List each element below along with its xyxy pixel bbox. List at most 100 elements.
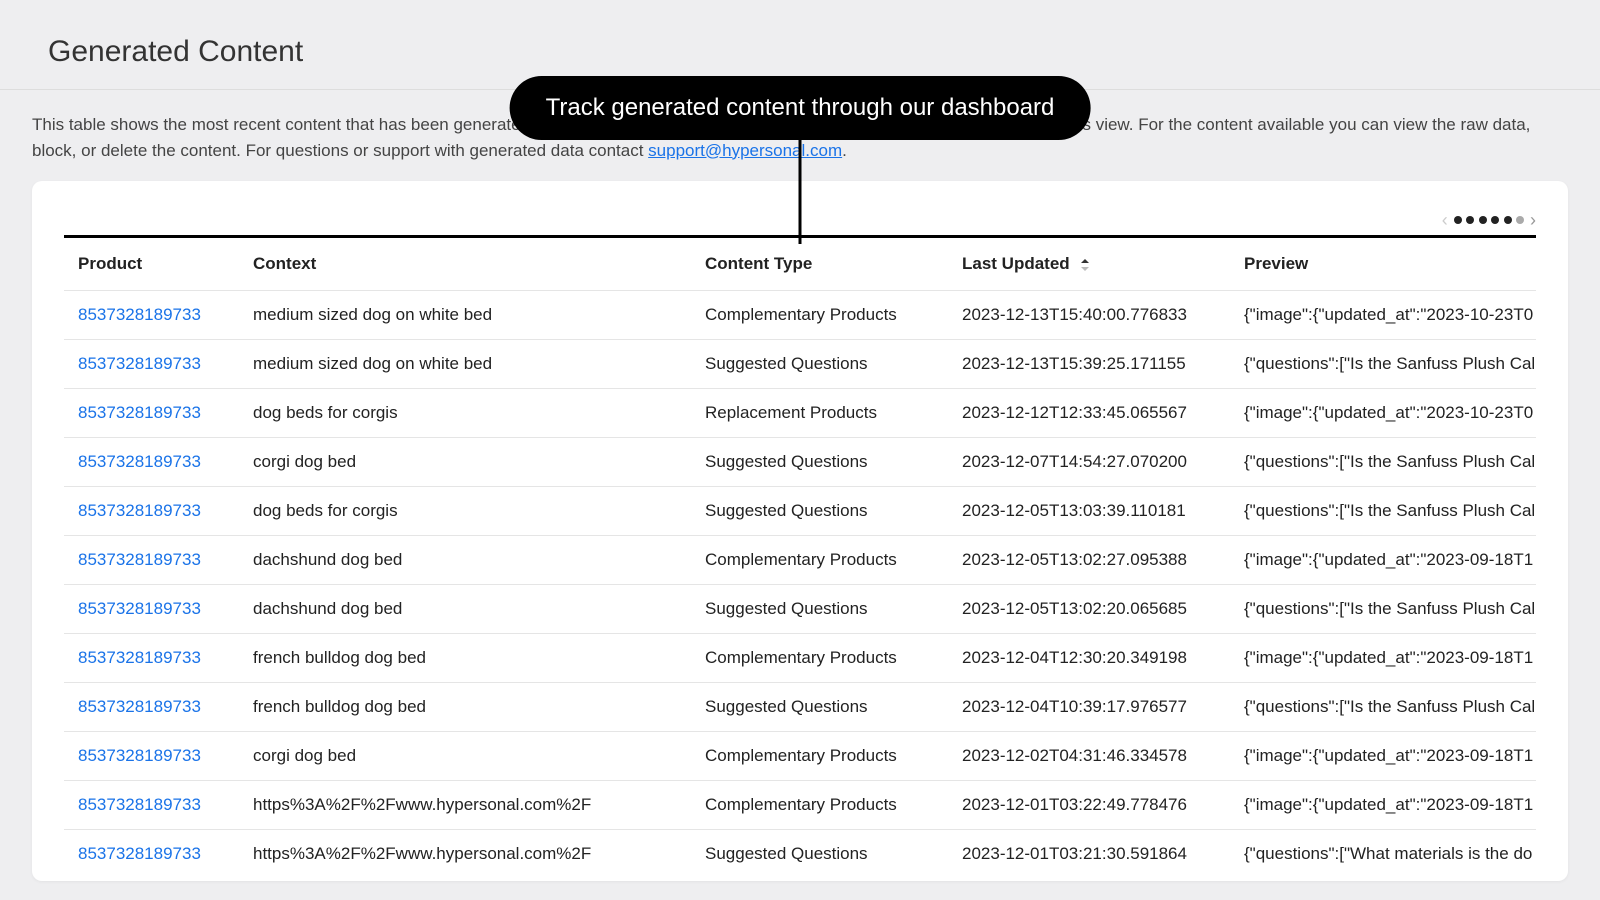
cell-content-type: Suggested Questions <box>691 683 948 732</box>
product-link[interactable]: 8537328189733 <box>78 795 201 814</box>
cell-context: https%3A%2F%2Fwww.hypersonal.com%2F <box>239 781 691 830</box>
cell-last-updated: 2023-12-04T10:39:17.976577 <box>948 683 1230 732</box>
page-dot[interactable] <box>1466 216 1474 224</box>
cell-preview: {"image":{"updated_at":"2023-09-18T1 <box>1230 634 1536 683</box>
cell-product: 8537328189733 <box>64 389 239 438</box>
table-row: 8537328189733 french bulldog dog bedSugge… <box>64 683 1536 732</box>
page-dot[interactable] <box>1504 216 1512 224</box>
cell-preview: {"image":{"updated_at":"2023-09-18T1 <box>1230 781 1536 830</box>
product-link[interactable]: 8537328189733 <box>78 305 201 324</box>
cell-context: french bulldog dog bed <box>239 683 691 732</box>
cell-content-type: Suggested Questions <box>691 340 948 389</box>
cell-last-updated: 2023-12-01T03:21:30.591864 <box>948 830 1230 879</box>
cell-product: 8537328189733 <box>64 438 239 487</box>
cell-preview: {"image":{"updated_at":"2023-10-23T0 <box>1230 389 1536 438</box>
cell-content-type: Complementary Products <box>691 291 948 340</box>
table-row: 8537328189733 dachshund dog bedSuggested … <box>64 585 1536 634</box>
cell-product: 8537328189733 <box>64 536 239 585</box>
table-row: 8537328189733 dog beds for corgisSuggeste… <box>64 487 1536 536</box>
product-link[interactable]: 8537328189733 <box>78 354 201 373</box>
cell-context: dog beds for corgis <box>239 389 691 438</box>
page-next-icon[interactable]: › <box>1530 211 1536 229</box>
cell-content-type: Replacement Products <box>691 389 948 438</box>
cell-content-type: Suggested Questions <box>691 830 948 879</box>
cell-product: 8537328189733 <box>64 683 239 732</box>
cell-content-type: Suggested Questions <box>691 585 948 634</box>
column-header-content-type[interactable]: Content Type <box>691 237 948 291</box>
sort-ascending-icon[interactable] <box>1080 257 1090 271</box>
cell-product: 8537328189733 <box>64 487 239 536</box>
cell-last-updated: 2023-12-12T12:33:45.065567 <box>948 389 1230 438</box>
cell-product: 8537328189733 <box>64 634 239 683</box>
cell-context: dachshund dog bed <box>239 536 691 585</box>
table-row: 8537328189733 https%3A%2F%2Fwww.hypersona… <box>64 830 1536 879</box>
cell-preview: {"questions":["Is the Sanfuss Plush Calr <box>1230 585 1536 634</box>
product-link[interactable]: 8537328189733 <box>78 697 201 716</box>
pagination: ‹ › <box>1442 211 1536 229</box>
callout-line <box>799 134 802 244</box>
page-dot[interactable] <box>1454 216 1462 224</box>
callout-bubble: Track generated content through our dash… <box>510 76 1091 140</box>
cell-last-updated: 2023-12-05T13:02:20.065685 <box>948 585 1230 634</box>
page-prev-icon[interactable]: ‹ <box>1442 211 1448 229</box>
product-link[interactable]: 8537328189733 <box>78 844 201 863</box>
support-email-link[interactable]: support@hypersonal.com <box>648 141 842 160</box>
product-link[interactable]: 8537328189733 <box>78 648 201 667</box>
cell-last-updated: 2023-12-02T04:31:46.334578 <box>948 732 1230 781</box>
product-link[interactable]: 8537328189733 <box>78 452 201 471</box>
table-row: 8537328189733 dachshund dog bedComplement… <box>64 536 1536 585</box>
cell-preview: {"questions":["Is the Sanfuss Plush Calr <box>1230 683 1536 732</box>
cell-preview: {"questions":["Is the Sanfuss Plush Calr <box>1230 438 1536 487</box>
table-row: 8537328189733 medium sized dog on white b… <box>64 340 1536 389</box>
cell-product: 8537328189733 <box>64 781 239 830</box>
cell-content-type: Complementary Products <box>691 536 948 585</box>
description-suffix: . <box>842 141 847 160</box>
cell-product: 8537328189733 <box>64 291 239 340</box>
product-link[interactable]: 8537328189733 <box>78 746 201 765</box>
column-header-context[interactable]: Context <box>239 237 691 291</box>
cell-product: 8537328189733 <box>64 732 239 781</box>
page-dot[interactable] <box>1479 216 1487 224</box>
page-dot[interactable] <box>1491 216 1499 224</box>
cell-preview: {"questions":["What materials is the do <box>1230 830 1536 879</box>
column-header-preview[interactable]: Preview <box>1230 237 1536 291</box>
cell-content-type: Complementary Products <box>691 732 948 781</box>
column-header-product[interactable]: Product <box>64 237 239 291</box>
table-row: 8537328189733 dog beds for corgisReplacem… <box>64 389 1536 438</box>
table-row: 8537328189733 corgi dog bedComplementary … <box>64 732 1536 781</box>
cell-preview: {"questions":["Is the Sanfuss Plush Calr <box>1230 487 1536 536</box>
table-row: 8537328189733 https%3A%2F%2Fwww.hypersona… <box>64 781 1536 830</box>
cell-last-updated: 2023-12-01T03:22:49.778476 <box>948 781 1230 830</box>
cell-context: medium sized dog on white bed <box>239 291 691 340</box>
product-link[interactable]: 8537328189733 <box>78 403 201 422</box>
page-dot[interactable] <box>1516 216 1524 224</box>
cell-content-type: Suggested Questions <box>691 438 948 487</box>
cell-product: 8537328189733 <box>64 340 239 389</box>
product-link[interactable]: 8537328189733 <box>78 501 201 520</box>
cell-preview: {"image":{"updated_at":"2023-09-18T1 <box>1230 732 1536 781</box>
cell-preview: {"image":{"updated_at":"2023-10-23T0 <box>1230 291 1536 340</box>
product-link[interactable]: 8537328189733 <box>78 550 201 569</box>
product-link[interactable]: 8537328189733 <box>78 599 201 618</box>
cell-last-updated: 2023-12-04T12:30:20.349198 <box>948 634 1230 683</box>
cell-context: medium sized dog on white bed <box>239 340 691 389</box>
cell-content-type: Complementary Products <box>691 781 948 830</box>
cell-context: dachshund dog bed <box>239 585 691 634</box>
content-card: ‹ › Product Context Content Type Last Up… <box>32 181 1568 881</box>
cell-last-updated: 2023-12-13T15:39:25.171155 <box>948 340 1230 389</box>
column-header-last-updated-label: Last Updated <box>962 254 1070 273</box>
cell-last-updated: 2023-12-05T13:03:39.110181 <box>948 487 1230 536</box>
cell-preview: {"questions":["Is the Sanfuss Plush Calr <box>1230 340 1536 389</box>
cell-content-type: Complementary Products <box>691 634 948 683</box>
cell-context: corgi dog bed <box>239 732 691 781</box>
cell-content-type: Suggested Questions <box>691 487 948 536</box>
cell-context: https%3A%2F%2Fwww.hypersonal.com%2F <box>239 830 691 879</box>
content-table: Product Context Content Type Last Update… <box>64 235 1536 878</box>
table-row: 8537328189733 medium sized dog on white b… <box>64 291 1536 340</box>
cell-product: 8537328189733 <box>64 830 239 879</box>
table-row: 8537328189733 french bulldog dog bedCompl… <box>64 634 1536 683</box>
cell-product: 8537328189733 <box>64 585 239 634</box>
column-header-last-updated[interactable]: Last Updated <box>948 237 1230 291</box>
cell-context: french bulldog dog bed <box>239 634 691 683</box>
cell-context: dog beds for corgis <box>239 487 691 536</box>
